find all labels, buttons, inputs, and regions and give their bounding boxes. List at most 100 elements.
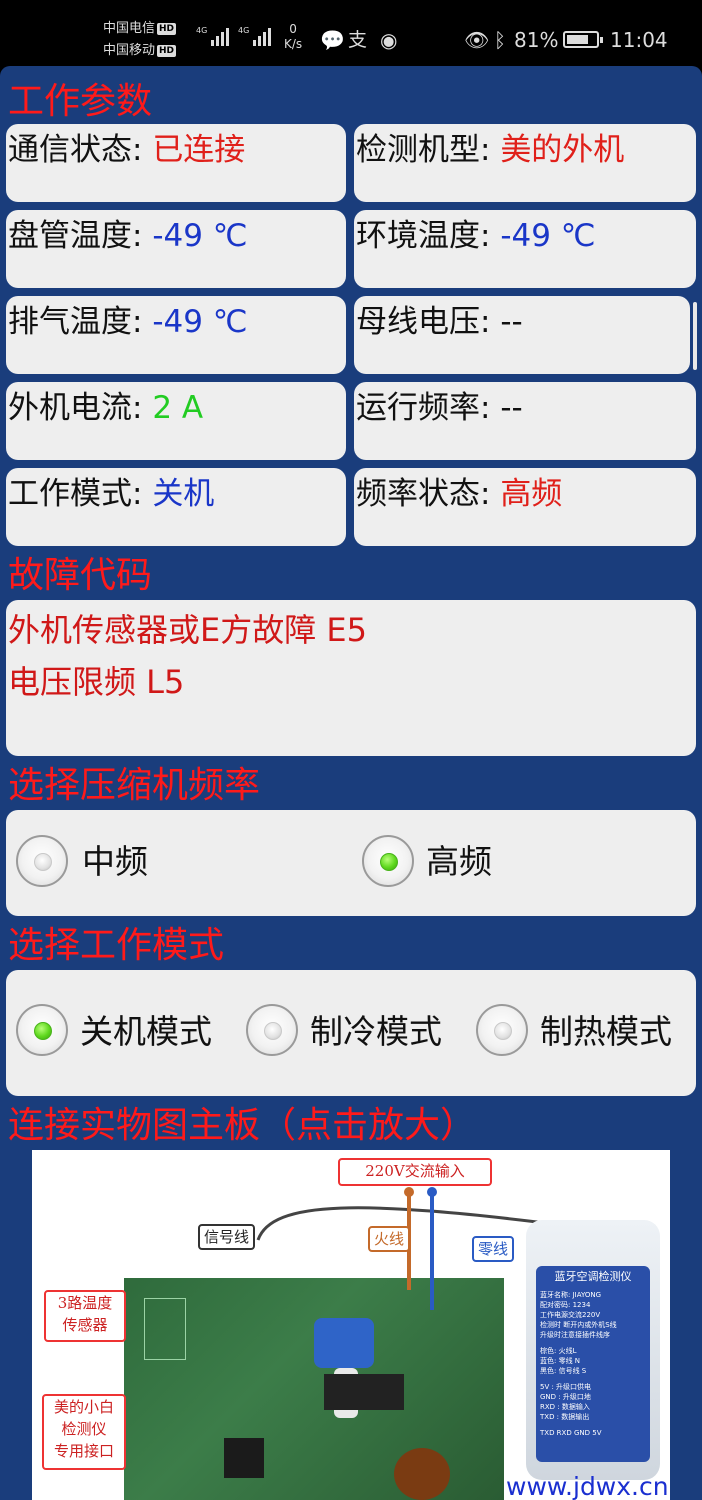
device-text: 检测时 断开内或外机S线 — [540, 1321, 617, 1329]
label-detector-port-line: 专用接口 — [53, 1442, 114, 1460]
label-signal-wire: 信号线 — [198, 1224, 256, 1250]
param-card-bus-voltage: 母线电压: -- — [354, 296, 690, 374]
section-title-work-params: 工作参数 — [8, 81, 153, 122]
bluetooth-detector-device: 蓝牙空调检测仪 蓝牙名称: JIAYONG 配对密码: 1234 工作电源交流2… — [526, 1220, 660, 1480]
clock: 11:04 — [610, 28, 668, 52]
param-card-comm-status: 通信状态: 已连接 — [6, 124, 346, 202]
radio-label-mode-heat[interactable]: 制热模式 — [540, 1012, 672, 1052]
param-value: -49 ℃ — [152, 218, 248, 254]
battery-icon — [563, 31, 603, 48]
param-card-work-mode: 工作模式: 关机 — [6, 468, 346, 546]
mode-radio-group: 关机模式 制冷模式 制热模式 — [6, 970, 696, 1096]
radio-mode-cool[interactable] — [246, 1004, 298, 1056]
param-label: 通信状态: — [8, 132, 153, 168]
radio-mid-freq[interactable] — [16, 835, 68, 887]
param-value: 2 A — [152, 390, 204, 426]
battery-percent: 81% — [514, 28, 559, 52]
freq-radio-group: 中频 高频 — [6, 810, 696, 916]
device-text: GND : 升级口地 — [540, 1393, 591, 1401]
param-value: 美的外机 — [500, 132, 625, 168]
label-220v-input: 220V交流输入 — [338, 1158, 492, 1186]
radio-mode-off[interactable] — [16, 1004, 68, 1056]
device-text: RXD : 数据输入 — [540, 1403, 590, 1411]
device-text: 5V : 升级口供电 — [540, 1383, 592, 1391]
device-text: 升级时注意接插件线序 — [540, 1331, 610, 1339]
speed-unit: K/s — [284, 37, 303, 51]
param-card-coil-temp: 盘管温度: -49 ℃ — [6, 210, 346, 288]
param-value: -49 ℃ — [152, 304, 248, 340]
audio-icon: ◉ — [380, 28, 398, 52]
radio-mode-heat[interactable] — [476, 1004, 528, 1056]
param-value: -- — [500, 304, 523, 340]
label-temp-sensors-line: 3路温度 — [57, 1294, 113, 1312]
device-text: TXD RXD GND 5V — [540, 1429, 602, 1437]
label-detector-port-line: 美的小白 — [53, 1398, 114, 1416]
device-text: TXD : 数据输出 — [540, 1413, 590, 1421]
param-label: 运行频率: — [356, 390, 501, 426]
param-card-freq-status: 频率状态: 高频 — [354, 468, 696, 546]
watermark: www.jdwx.cn — [506, 1472, 669, 1500]
network-speed: 0 K/s — [284, 22, 302, 52]
bluetooth-icon: ᛒ — [494, 28, 506, 52]
param-card-outdoor-current: 外机电流: 2 A — [6, 382, 346, 460]
scrollbar[interactable] — [693, 302, 697, 370]
param-label: 环境温度: — [356, 218, 501, 254]
network-type-2: 4G — [238, 26, 250, 35]
param-value: -49 ℃ — [500, 218, 596, 254]
device-text: 棕色: 火线L — [540, 1347, 577, 1355]
hd-badge-1: HD — [157, 22, 177, 35]
carrier-1: 中国电信 — [103, 21, 156, 36]
message-icon: 💬 — [320, 28, 345, 52]
status-bar: 中国电信 HD 中国移动 HD 4G 4G 0 K/s 💬 支 ◉ 👁 ᛒ 81% … — [0, 0, 702, 66]
param-value: 已连接 — [152, 132, 246, 168]
signal-icon-2: 4G — [238, 26, 272, 46]
param-card-run-freq: 运行频率: -- — [354, 382, 696, 460]
device-text: 工作电源交流220V — [540, 1311, 601, 1319]
param-card-model: 检测机型: 美的外机 — [354, 124, 696, 202]
param-label: 排气温度: — [8, 304, 153, 340]
board-photo[interactable]: 220V交流输入 信号线 火线 零线 3路温度 传感器 美的小白 检测仪 专用接… — [32, 1150, 670, 1500]
radio-high-freq[interactable] — [362, 835, 414, 887]
param-label: 母线电压: — [356, 304, 501, 340]
fault-item: 外机传感器或E方故障 E5 — [8, 611, 367, 649]
carrier-2: 中国移动 — [103, 43, 156, 58]
app-content[interactable]: 工作参数 通信状态: 已连接 检测机型: 美的外机 盘管温度: -49 ℃ 环境… — [0, 66, 702, 1500]
device-text: 黑色: 信号线 S — [540, 1367, 587, 1375]
speed-value: 0 — [289, 22, 297, 36]
device-title: 蓝牙空调检测仪 — [554, 1270, 632, 1283]
fault-item: 电压限频 L5 — [8, 663, 185, 701]
radio-label-mode-off[interactable]: 关机模式 — [80, 1012, 212, 1052]
param-value: 关机 — [152, 476, 215, 512]
carrier-info: 中国电信 HD 中国移动 HD — [103, 18, 177, 62]
device-text: 配对密码: 1234 — [540, 1301, 591, 1309]
section-title-board-photo: 连接实物图主板（点击放大） — [8, 1105, 477, 1146]
param-label: 检测机型: — [356, 132, 501, 168]
label-temp-sensors: 3路温度 传感器 — [44, 1290, 126, 1342]
radio-label-mid-freq[interactable]: 中频 — [82, 842, 148, 882]
radio-label-mode-cool[interactable]: 制冷模式 — [310, 1012, 442, 1052]
fault-code-card: 外机传感器或E方故障 E5 电压限频 L5 — [6, 600, 696, 756]
section-title-fault-code: 故障代码 — [8, 555, 153, 596]
param-label: 外机电流: — [8, 390, 153, 426]
device-text: 蓝色: 零线 N — [540, 1357, 581, 1365]
section-title-compressor-freq: 选择压缩机频率 — [8, 765, 261, 806]
label-detector-port: 美的小白 检测仪 专用接口 — [42, 1394, 126, 1470]
param-card-exhaust-temp: 排气温度: -49 ℃ — [6, 296, 346, 374]
param-value: -- — [500, 390, 523, 426]
label-temp-sensors-line: 传感器 — [62, 1316, 108, 1334]
section-title-work-mode: 选择工作模式 — [8, 925, 225, 966]
device-text: 蓝牙名称: JIAYONG — [540, 1291, 602, 1299]
eye-icon: 👁 — [464, 28, 490, 52]
label-live-wire: 火线 — [368, 1226, 411, 1252]
label-neutral-wire: 零线 — [472, 1236, 515, 1262]
param-value: 高频 — [500, 476, 563, 512]
param-card-ambient-temp: 环境温度: -49 ℃ — [354, 210, 696, 288]
param-label: 工作模式: — [8, 476, 153, 512]
radio-label-high-freq[interactable]: 高频 — [426, 842, 492, 882]
param-label: 频率状态: — [356, 476, 501, 512]
label-detector-port-line: 检测仪 — [61, 1420, 107, 1438]
hd-badge-2: HD — [157, 44, 177, 57]
network-type-1: 4G — [196, 26, 208, 35]
alipay-icon: 支 — [348, 29, 368, 51]
param-label: 盘管温度: — [8, 218, 153, 254]
